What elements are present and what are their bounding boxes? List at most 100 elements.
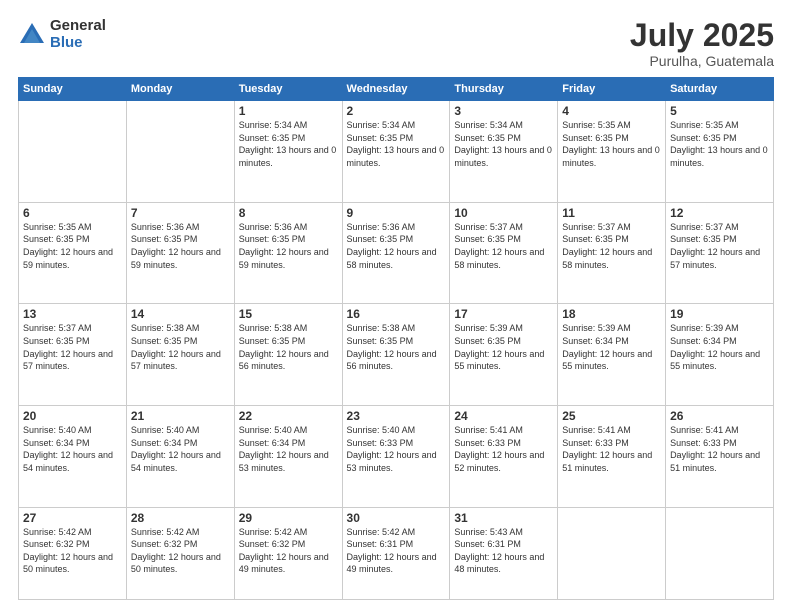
day-number: 24 (454, 409, 553, 423)
calendar-cell: 29Sunrise: 5:42 AM Sunset: 6:32 PM Dayli… (234, 507, 342, 599)
day-detail: Sunrise: 5:41 AM Sunset: 6:33 PM Dayligh… (562, 424, 661, 474)
day-detail: Sunrise: 5:40 AM Sunset: 6:33 PM Dayligh… (347, 424, 446, 474)
calendar-cell: 30Sunrise: 5:42 AM Sunset: 6:31 PM Dayli… (342, 507, 450, 599)
day-number: 10 (454, 206, 553, 220)
calendar-cell: 17Sunrise: 5:39 AM Sunset: 6:35 PM Dayli… (450, 304, 558, 406)
title-block: July 2025 Purulha, Guatemala (630, 18, 774, 69)
day-detail: Sunrise: 5:41 AM Sunset: 6:33 PM Dayligh… (670, 424, 769, 474)
day-number: 15 (239, 307, 338, 321)
location: Purulha, Guatemala (630, 53, 774, 69)
calendar-cell: 4Sunrise: 5:35 AM Sunset: 6:35 PM Daylig… (558, 101, 666, 203)
day-detail: Sunrise: 5:37 AM Sunset: 6:35 PM Dayligh… (454, 221, 553, 271)
day-number: 2 (347, 104, 446, 118)
calendar-page: General Blue July 2025 Purulha, Guatemal… (0, 0, 792, 612)
day-number: 27 (23, 511, 122, 525)
logo-icon (18, 21, 46, 49)
day-detail: Sunrise: 5:41 AM Sunset: 6:33 PM Dayligh… (454, 424, 553, 474)
calendar-cell (666, 507, 774, 599)
day-detail: Sunrise: 5:42 AM Sunset: 6:32 PM Dayligh… (23, 526, 122, 576)
day-detail: Sunrise: 5:35 AM Sunset: 6:35 PM Dayligh… (23, 221, 122, 271)
calendar-cell: 31Sunrise: 5:43 AM Sunset: 6:31 PM Dayli… (450, 507, 558, 599)
day-number: 6 (23, 206, 122, 220)
day-number: 18 (562, 307, 661, 321)
day-detail: Sunrise: 5:38 AM Sunset: 6:35 PM Dayligh… (131, 322, 230, 372)
calendar-cell: 27Sunrise: 5:42 AM Sunset: 6:32 PM Dayli… (19, 507, 127, 599)
calendar-cell: 19Sunrise: 5:39 AM Sunset: 6:34 PM Dayli… (666, 304, 774, 406)
day-detail: Sunrise: 5:37 AM Sunset: 6:35 PM Dayligh… (23, 322, 122, 372)
day-detail: Sunrise: 5:39 AM Sunset: 6:34 PM Dayligh… (670, 322, 769, 372)
day-detail: Sunrise: 5:38 AM Sunset: 6:35 PM Dayligh… (239, 322, 338, 372)
calendar-cell (126, 101, 234, 203)
header-thursday: Thursday (450, 78, 558, 101)
calendar-cell: 3Sunrise: 5:34 AM Sunset: 6:35 PM Daylig… (450, 101, 558, 203)
day-number: 7 (131, 206, 230, 220)
calendar-cell: 23Sunrise: 5:40 AM Sunset: 6:33 PM Dayli… (342, 406, 450, 508)
day-detail: Sunrise: 5:34 AM Sunset: 6:35 PM Dayligh… (347, 119, 446, 169)
logo-general-text: General (50, 18, 106, 35)
day-detail: Sunrise: 5:42 AM Sunset: 6:31 PM Dayligh… (347, 526, 446, 576)
calendar-week-row: 6Sunrise: 5:35 AM Sunset: 6:35 PM Daylig… (19, 202, 774, 304)
day-detail: Sunrise: 5:40 AM Sunset: 6:34 PM Dayligh… (239, 424, 338, 474)
day-number: 11 (562, 206, 661, 220)
calendar-cell: 2Sunrise: 5:34 AM Sunset: 6:35 PM Daylig… (342, 101, 450, 203)
day-detail: Sunrise: 5:36 AM Sunset: 6:35 PM Dayligh… (347, 221, 446, 271)
calendar-cell: 12Sunrise: 5:37 AM Sunset: 6:35 PM Dayli… (666, 202, 774, 304)
header-sunday: Sunday (19, 78, 127, 101)
calendar-cell: 1Sunrise: 5:34 AM Sunset: 6:35 PM Daylig… (234, 101, 342, 203)
header-friday: Friday (558, 78, 666, 101)
day-number: 12 (670, 206, 769, 220)
calendar-cell: 6Sunrise: 5:35 AM Sunset: 6:35 PM Daylig… (19, 202, 127, 304)
logo: General Blue (18, 18, 106, 51)
calendar-cell: 9Sunrise: 5:36 AM Sunset: 6:35 PM Daylig… (342, 202, 450, 304)
day-number: 20 (23, 409, 122, 423)
day-detail: Sunrise: 5:39 AM Sunset: 6:35 PM Dayligh… (454, 322, 553, 372)
calendar-cell: 8Sunrise: 5:36 AM Sunset: 6:35 PM Daylig… (234, 202, 342, 304)
calendar-table: Sunday Monday Tuesday Wednesday Thursday… (18, 77, 774, 600)
calendar-cell: 18Sunrise: 5:39 AM Sunset: 6:34 PM Dayli… (558, 304, 666, 406)
calendar-cell: 14Sunrise: 5:38 AM Sunset: 6:35 PM Dayli… (126, 304, 234, 406)
day-number: 23 (347, 409, 446, 423)
day-detail: Sunrise: 5:35 AM Sunset: 6:35 PM Dayligh… (670, 119, 769, 169)
calendar-week-row: 1Sunrise: 5:34 AM Sunset: 6:35 PM Daylig… (19, 101, 774, 203)
day-number: 14 (131, 307, 230, 321)
month-title: July 2025 (630, 18, 774, 53)
day-detail: Sunrise: 5:43 AM Sunset: 6:31 PM Dayligh… (454, 526, 553, 576)
day-number: 17 (454, 307, 553, 321)
calendar-cell: 25Sunrise: 5:41 AM Sunset: 6:33 PM Dayli… (558, 406, 666, 508)
day-detail: Sunrise: 5:34 AM Sunset: 6:35 PM Dayligh… (454, 119, 553, 169)
day-detail: Sunrise: 5:42 AM Sunset: 6:32 PM Dayligh… (239, 526, 338, 576)
calendar-cell: 28Sunrise: 5:42 AM Sunset: 6:32 PM Dayli… (126, 507, 234, 599)
calendar-cell: 13Sunrise: 5:37 AM Sunset: 6:35 PM Dayli… (19, 304, 127, 406)
day-number: 8 (239, 206, 338, 220)
calendar-cell: 20Sunrise: 5:40 AM Sunset: 6:34 PM Dayli… (19, 406, 127, 508)
day-number: 16 (347, 307, 446, 321)
day-detail: Sunrise: 5:39 AM Sunset: 6:34 PM Dayligh… (562, 322, 661, 372)
day-detail: Sunrise: 5:38 AM Sunset: 6:35 PM Dayligh… (347, 322, 446, 372)
calendar-cell: 15Sunrise: 5:38 AM Sunset: 6:35 PM Dayli… (234, 304, 342, 406)
day-number: 21 (131, 409, 230, 423)
weekday-header-row: Sunday Monday Tuesday Wednesday Thursday… (19, 78, 774, 101)
day-detail: Sunrise: 5:40 AM Sunset: 6:34 PM Dayligh… (131, 424, 230, 474)
day-number: 9 (347, 206, 446, 220)
day-number: 26 (670, 409, 769, 423)
header-saturday: Saturday (666, 78, 774, 101)
calendar-cell: 10Sunrise: 5:37 AM Sunset: 6:35 PM Dayli… (450, 202, 558, 304)
day-number: 4 (562, 104, 661, 118)
header: General Blue July 2025 Purulha, Guatemal… (18, 18, 774, 69)
day-detail: Sunrise: 5:37 AM Sunset: 6:35 PM Dayligh… (562, 221, 661, 271)
calendar-week-row: 20 Sunrise: 5:40 AM Sunset: 6:34 PM Dayli… (19, 406, 774, 508)
calendar-cell: 5Sunrise: 5:35 AM Sunset: 6:35 PM Daylig… (666, 101, 774, 203)
day-number: 3 (454, 104, 553, 118)
logo-text: General Blue (50, 18, 106, 51)
day-number: 31 (454, 511, 553, 525)
calendar-cell: 11Sunrise: 5:37 AM Sunset: 6:35 PM Dayli… (558, 202, 666, 304)
header-monday: Monday (126, 78, 234, 101)
calendar-week-row: 13Sunrise: 5:37 AM Sunset: 6:35 PM Dayli… (19, 304, 774, 406)
calendar-cell: 16Sunrise: 5:38 AM Sunset: 6:35 PM Dayli… (342, 304, 450, 406)
day-number: 5 (670, 104, 769, 118)
calendar-cell (558, 507, 666, 599)
day-detail: Sunrise: 5:37 AM Sunset: 6:35 PM Dayligh… (670, 221, 769, 271)
calendar-cell: 22Sunrise: 5:40 AM Sunset: 6:34 PM Dayli… (234, 406, 342, 508)
day-detail: Sunrise: 5:42 AM Sunset: 6:32 PM Dayligh… (131, 526, 230, 576)
day-number: 30 (347, 511, 446, 525)
